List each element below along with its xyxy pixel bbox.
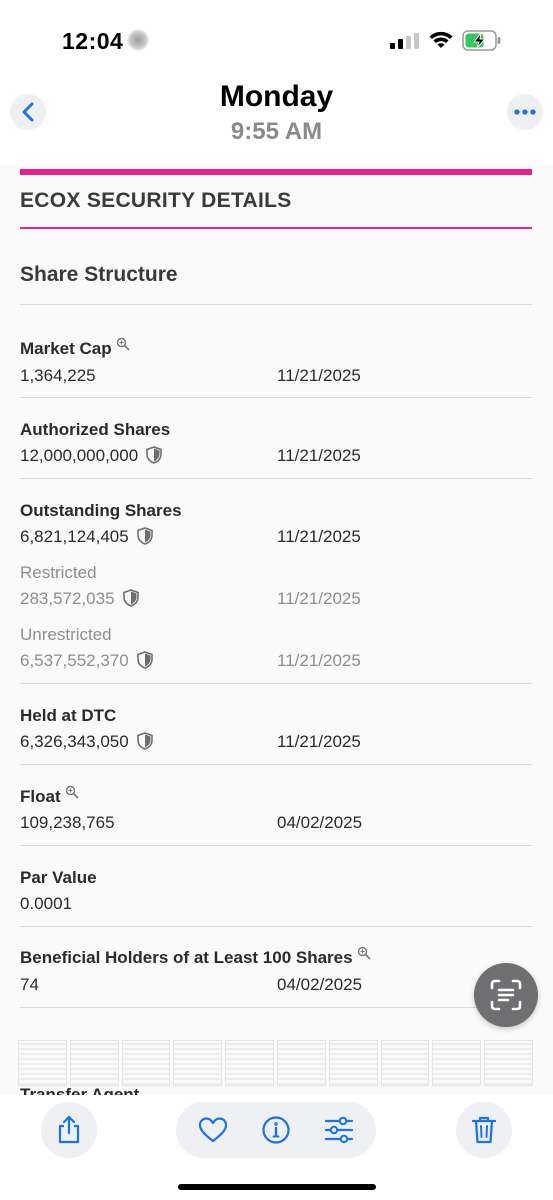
row-label-held-at-dtc: Held at DTC	[20, 706, 117, 725]
row-date: 11/21/2025	[277, 366, 361, 385]
info-button[interactable]	[261, 1115, 291, 1145]
thumbnail[interactable]	[380, 1040, 430, 1086]
status-bar: 12:04	[0, 0, 553, 80]
thumbnail[interactable]	[484, 1040, 533, 1086]
live-text-icon	[490, 979, 522, 1011]
info-icon	[262, 1116, 290, 1144]
row-value: 283,572,035	[20, 589, 139, 609]
accent-bar	[20, 169, 532, 175]
delete-button[interactable]	[456, 1102, 512, 1158]
adjust-button[interactable]	[324, 1115, 354, 1145]
divider	[20, 926, 532, 927]
row-value: 12,000,000,000	[20, 446, 162, 466]
battery-charging-icon	[462, 30, 501, 51]
row-value: 6,821,124,405	[20, 527, 153, 547]
row-date: 11/21/2025	[277, 732, 361, 751]
status-time: 12:04	[62, 28, 124, 54]
dnd-icon	[128, 30, 148, 50]
share-button[interactable]	[41, 1102, 97, 1158]
thumbnail[interactable]	[328, 1040, 378, 1086]
row-label-outstanding-shares: Outstanding Shares	[20, 501, 182, 520]
thumbnail[interactable]	[225, 1040, 274, 1086]
divider	[20, 478, 532, 479]
more-button[interactable]	[507, 94, 543, 130]
divider	[20, 845, 532, 846]
peek-heading: Transfer Agent	[20, 1085, 140, 1095]
trash-icon	[471, 1116, 497, 1144]
share-icon	[58, 1115, 80, 1144]
signal-icon	[390, 33, 419, 49]
row-value: 6,537,552,370	[20, 651, 153, 671]
photo-content: ECOX SECURITY DETAILS Share Structure Ma…	[0, 165, 553, 1095]
favorite-button[interactable]	[198, 1115, 228, 1145]
nav-subtitle: 9:55 AM	[230, 118, 323, 145]
nav-header: Monday 9:55 AM	[0, 80, 553, 165]
row-value: 109,238,765	[20, 813, 115, 832]
thumbnail[interactable]	[432, 1040, 482, 1086]
shield-icon	[122, 589, 139, 607]
action-group	[176, 1102, 376, 1158]
accent-divider	[20, 227, 532, 229]
shield-icon	[136, 527, 153, 545]
shield-icon	[136, 732, 153, 750]
row-value: 74	[20, 975, 39, 994]
row-label-beneficial-holders: Beneficial Holders of at Least 100 Share…	[20, 946, 371, 968]
wifi-icon	[429, 31, 453, 48]
divider	[20, 304, 532, 305]
row-value: 6,326,343,050	[20, 732, 153, 752]
home-indicator	[178, 1184, 376, 1190]
nav-title: Monday	[219, 80, 334, 113]
row-date: 11/21/2025	[277, 446, 361, 465]
magnify-icon	[116, 337, 130, 351]
divider	[20, 683, 532, 684]
row-label-par-value: Par Value	[20, 868, 97, 887]
ellipsis-icon	[514, 109, 536, 115]
heart-icon	[198, 1117, 228, 1143]
row-date: 11/21/2025	[277, 527, 361, 546]
divider	[20, 1007, 532, 1008]
row-date: 11/21/2025	[277, 651, 361, 670]
shield-icon	[146, 446, 162, 464]
row-date: 11/21/2025	[277, 589, 361, 608]
magnify-icon	[65, 785, 79, 799]
adjust-icon	[324, 1116, 354, 1144]
row-date: 04/02/2025	[277, 975, 363, 994]
row-label-restricted: Restricted	[20, 563, 97, 582]
thumbnail[interactable]	[173, 1040, 223, 1086]
magnify-icon	[357, 946, 371, 960]
shield-icon	[136, 651, 153, 669]
thumbnail[interactable]	[276, 1040, 326, 1086]
section-title: ECOX SECURITY DETAILS	[20, 189, 292, 212]
row-value: 0.0001	[20, 894, 72, 913]
row-value: 1,364,225	[20, 366, 96, 385]
row-label-float: Float	[20, 785, 79, 807]
row-label-unrestricted: Unrestricted	[20, 625, 112, 644]
row-label-authorized-shares: Authorized Shares	[20, 420, 171, 439]
row-date: 04/02/2025	[277, 813, 363, 832]
divider	[20, 397, 532, 398]
divider	[20, 764, 532, 765]
section-subtitle: Share Structure	[20, 263, 178, 286]
row-label-market-cap: Market Cap	[20, 337, 130, 359]
live-text-button[interactable]	[474, 963, 538, 1027]
